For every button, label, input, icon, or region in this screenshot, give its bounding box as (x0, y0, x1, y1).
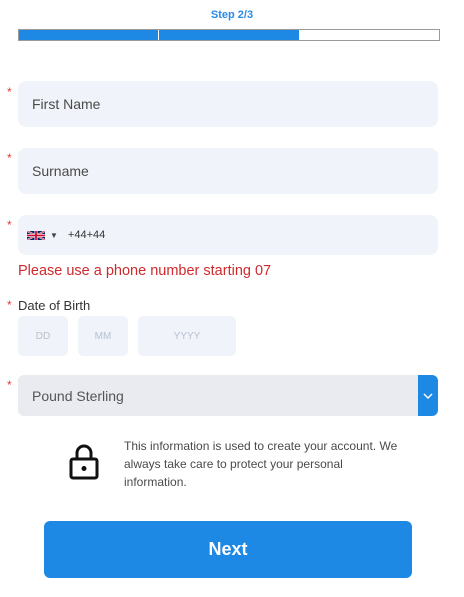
privacy-info-text: This information is used to create your … (124, 439, 398, 489)
progress-segment-2 (158, 30, 299, 40)
dob-year-input[interactable]: YYYY (138, 316, 236, 356)
currency-selected-value: Pound Sterling (32, 387, 124, 404)
country-caret-icon[interactable]: ▼ (50, 231, 58, 240)
required-asterisk: * (7, 218, 12, 232)
surname-placeholder: Surname (32, 163, 89, 179)
required-asterisk: * (7, 85, 12, 99)
progress-segment-1 (19, 30, 159, 40)
dob-month-input[interactable]: MM (78, 316, 128, 356)
progress-bar (18, 29, 440, 41)
lock-icon (69, 444, 99, 480)
required-asterisk: * (7, 151, 12, 165)
chevron-down-icon (423, 392, 433, 399)
phone-error-message: Please use a phone number starting 07 (18, 263, 272, 279)
dob-label: Date of Birth (18, 298, 91, 313)
first-name-placeholder: First Name (32, 96, 101, 112)
required-asterisk: * (7, 298, 12, 312)
currency-dropdown-button[interactable] (418, 375, 438, 416)
phone-value: +44+44 (67, 229, 106, 241)
uk-flag-icon[interactable] (27, 229, 45, 241)
progress-segment-3 (298, 30, 439, 40)
next-button[interactable]: Next (44, 521, 412, 578)
surname-input[interactable]: Surname (18, 148, 438, 194)
required-asterisk: * (7, 378, 12, 392)
first-name-input[interactable]: First Name (18, 81, 438, 127)
step-label: Step 2/3 (210, 9, 254, 21)
phone-input[interactable]: ▼ +44+44 (18, 215, 438, 255)
currency-select[interactable]: Pound Sterling (18, 375, 438, 416)
dob-day-input[interactable]: DD (18, 316, 68, 356)
